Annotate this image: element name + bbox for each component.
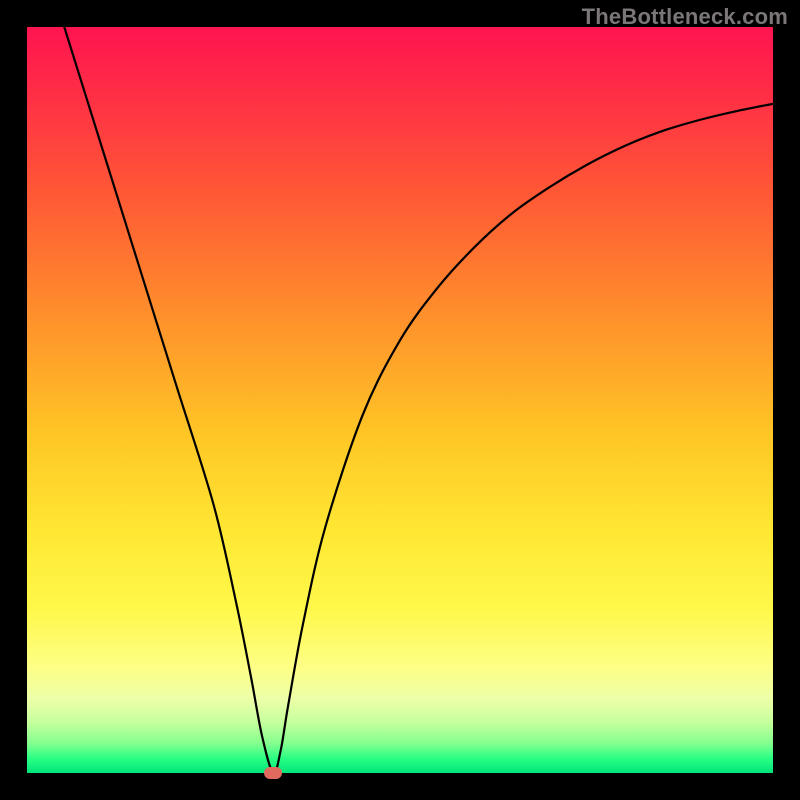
optimal-point-marker [264, 767, 282, 779]
plot-area [27, 27, 773, 773]
chart-frame: TheBottleneck.com [0, 0, 800, 800]
bottleneck-curve [27, 27, 773, 773]
curve-path [64, 27, 773, 773]
watermark-text: TheBottleneck.com [582, 4, 788, 30]
